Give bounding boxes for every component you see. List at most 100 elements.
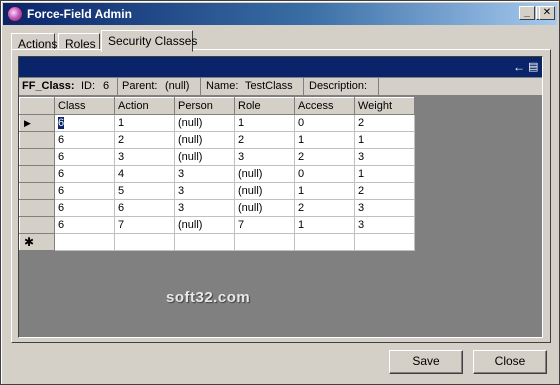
selected-cell-text: 6 — [58, 117, 65, 129]
class-info-bar: FF_Class: ID: 6 Parent: (null) Name: Tes… — [19, 78, 542, 96]
grid-cell[interactable]: (null) — [174, 148, 235, 166]
grid-cell[interactable]: 1 — [354, 131, 415, 149]
row-header[interactable] — [19, 199, 55, 217]
grid-cell[interactable] — [294, 233, 355, 251]
grid-cell[interactable]: 1 — [354, 165, 415, 183]
grid-cell[interactable] — [114, 233, 175, 251]
grid-cell[interactable]: 1 — [294, 131, 355, 149]
grid-cell[interactable] — [354, 233, 415, 251]
table-row[interactable]: 6 7 (null) 7 1 3 — [19, 216, 415, 234]
grid-cell[interactable] — [234, 233, 295, 251]
new-row-indicator-icon[interactable]: ✱ — [19, 233, 55, 251]
grid-cell[interactable]: 1 — [294, 182, 355, 200]
grid-cell[interactable]: 6 — [54, 165, 115, 183]
grid-cell[interactable]: 3 — [354, 199, 415, 217]
grid-cell[interactable]: 1 — [294, 216, 355, 234]
grid-cell[interactable]: 3 — [174, 199, 235, 217]
parent-label: Parent: — [122, 80, 158, 92]
grid-cell[interactable]: 2 — [294, 148, 355, 166]
title-bar[interactable]: Force-Field Admin _ □ — [3, 3, 557, 25]
back-arrow-icon[interactable]: ← — [513, 60, 525, 74]
row-header[interactable] — [19, 216, 55, 234]
current-row-indicator-icon[interactable]: ▶ — [19, 114, 55, 132]
table-row[interactable]: ▶ 6 1 (null) 1 0 2 — [19, 114, 415, 132]
grid-cell[interactable]: (null) — [234, 165, 295, 183]
grid-cell[interactable]: 2 — [114, 131, 175, 149]
grid-cell[interactable]: (null) — [174, 114, 235, 132]
security-classes-grid: Class Action Person Role Access Weight ▶… — [19, 97, 415, 251]
grid-cell[interactable]: 5 — [114, 182, 175, 200]
grid-container: ← ▤ FF_Class: ID: 6 Parent: (null) Name:… — [18, 56, 543, 338]
app-window: Force-Field Admin _ □ ✕ Actions Roles Se… — [0, 0, 560, 385]
grid-cell[interactable] — [54, 233, 115, 251]
table-row[interactable]: 6 5 3 (null) 1 2 — [19, 182, 415, 200]
grid-cell[interactable]: 6 — [54, 148, 115, 166]
name-value: TestClass — [245, 80, 293, 92]
grid-cell[interactable]: 3 — [354, 148, 415, 166]
grid-cell[interactable]: 3 — [174, 182, 235, 200]
column-header-access[interactable]: Access — [294, 97, 355, 115]
close-button[interactable]: ✕ — [539, 6, 555, 20]
grid-cell[interactable]: 1 — [234, 114, 295, 132]
grid-cell[interactable]: 3 — [234, 148, 295, 166]
grid-cell[interactable] — [174, 233, 235, 251]
row-header[interactable] — [19, 148, 55, 166]
grid-cell[interactable]: 4 — [114, 165, 175, 183]
info-divider — [303, 78, 304, 96]
grid-header-row: Class Action Person Role Access Weight — [19, 97, 415, 115]
grid-cell[interactable]: 3 — [174, 165, 235, 183]
grid-cell[interactable]: 6 — [114, 199, 175, 217]
save-button[interactable]: Save — [389, 350, 463, 374]
grid-cell[interactable]: (null) — [174, 131, 235, 149]
grid-cell[interactable]: 6 — [54, 216, 115, 234]
grid-cell[interactable]: 7 — [234, 216, 295, 234]
class-label: FF_Class: — [22, 80, 75, 92]
grid-cell[interactable]: 7 — [114, 216, 175, 234]
table-row[interactable]: 6 4 3 (null) 0 1 — [19, 165, 415, 183]
grid-cell[interactable]: 6 — [54, 182, 115, 200]
row-header-corner — [19, 97, 55, 115]
navigation-bar: ← ▤ — [19, 57, 542, 77]
row-header[interactable] — [19, 131, 55, 149]
column-header-person[interactable]: Person — [174, 97, 235, 115]
tab-security-classes[interactable]: Security Classes — [101, 30, 197, 52]
grid-cell[interactable]: (null) — [234, 182, 295, 200]
close-dialog-button[interactable]: Close — [473, 350, 547, 374]
grid-cell[interactable]: 2 — [354, 182, 415, 200]
grid-cell[interactable]: (null) — [174, 216, 235, 234]
grid-cell[interactable]: 0 — [294, 165, 355, 183]
table-row[interactable]: 6 2 (null) 2 1 1 — [19, 131, 415, 149]
app-icon — [7, 6, 23, 22]
security-classes-panel: ← ▤ FF_Class: ID: 6 Parent: (null) Name:… — [11, 49, 551, 343]
column-header-class[interactable]: Class — [54, 97, 115, 115]
grid-cell[interactable]: 3 — [114, 148, 175, 166]
watermark: soft32.com — [166, 289, 251, 306]
info-divider — [117, 78, 118, 96]
window-title: Force-Field Admin — [27, 7, 132, 21]
grid-cell[interactable]: (null) — [234, 199, 295, 217]
grid-cell[interactable]: 6 — [54, 114, 115, 132]
minimize-button[interactable]: _ — [519, 6, 535, 20]
grid-cell[interactable]: 2 — [234, 131, 295, 149]
table-row[interactable]: 6 6 3 (null) 2 3 — [19, 199, 415, 217]
grid-cell[interactable]: 6 — [54, 131, 115, 149]
row-header[interactable] — [19, 165, 55, 183]
column-header-action[interactable]: Action — [114, 97, 175, 115]
grid-cell[interactable]: 2 — [294, 199, 355, 217]
grid-cell[interactable]: 2 — [354, 114, 415, 132]
new-row[interactable]: ✱ — [19, 233, 415, 251]
grid-cell[interactable]: 1 — [114, 114, 175, 132]
info-divider — [200, 78, 201, 96]
grid-cell[interactable]: 3 — [354, 216, 415, 234]
id-value: 6 — [103, 80, 110, 92]
info-divider — [378, 78, 379, 96]
grid-cell[interactable]: 0 — [294, 114, 355, 132]
row-header[interactable] — [19, 182, 55, 200]
table-row[interactable]: 6 3 (null) 3 2 3 — [19, 148, 415, 166]
name-label: Name: — [206, 80, 239, 92]
grid-cell[interactable]: 6 — [54, 199, 115, 217]
parent-value: (null) — [165, 80, 190, 92]
column-header-role[interactable]: Role — [234, 97, 295, 115]
dropdown-menu-icon[interactable]: ▤ — [528, 60, 538, 73]
column-header-weight[interactable]: Weight — [354, 97, 415, 115]
